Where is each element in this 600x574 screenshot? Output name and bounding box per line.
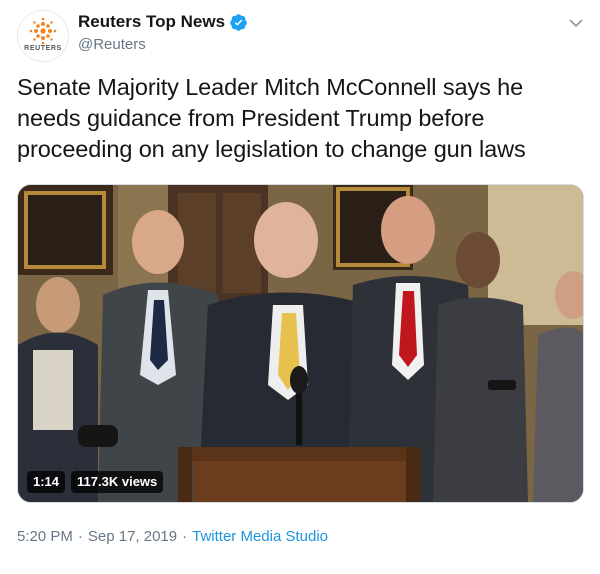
tweet-date[interactable]: Sep 17, 2019 (88, 528, 177, 545)
account-handle[interactable]: @Reuters (78, 36, 146, 53)
video-duration: 1:14 (27, 471, 66, 493)
avatar[interactable]: REUTERS (17, 10, 69, 62)
reuters-logo-icon (29, 17, 57, 45)
account-name-row: Reuters Top News (78, 12, 248, 32)
video-thumbnail (18, 185, 583, 502)
meta-separator: · (182, 528, 188, 545)
tweet-source-link[interactable]: Twitter Media Studio (192, 528, 328, 545)
video-player[interactable]: 1:14 117.3K views (17, 184, 584, 503)
tweet-time[interactable]: 5:20 PM (17, 528, 73, 545)
video-badges: 1:14 117.3K views (27, 471, 164, 493)
chevron-down-icon[interactable] (567, 14, 585, 32)
account-name[interactable]: Reuters Top News (78, 12, 225, 32)
tweet-meta: 5:20 PM · Sep 17, 2019 · Twitter Media S… (17, 528, 328, 545)
tweet-card: REUTERS Reuters Top News @Reuters Senate… (0, 0, 600, 574)
tweet-text: Senate Majority Leader Mitch McConnell s… (17, 74, 526, 162)
avatar-wordmark: REUTERS (24, 45, 62, 52)
video-view-count: 117.3K views (71, 471, 164, 493)
meta-separator: · (77, 528, 83, 545)
verified-badge-icon (229, 13, 248, 32)
